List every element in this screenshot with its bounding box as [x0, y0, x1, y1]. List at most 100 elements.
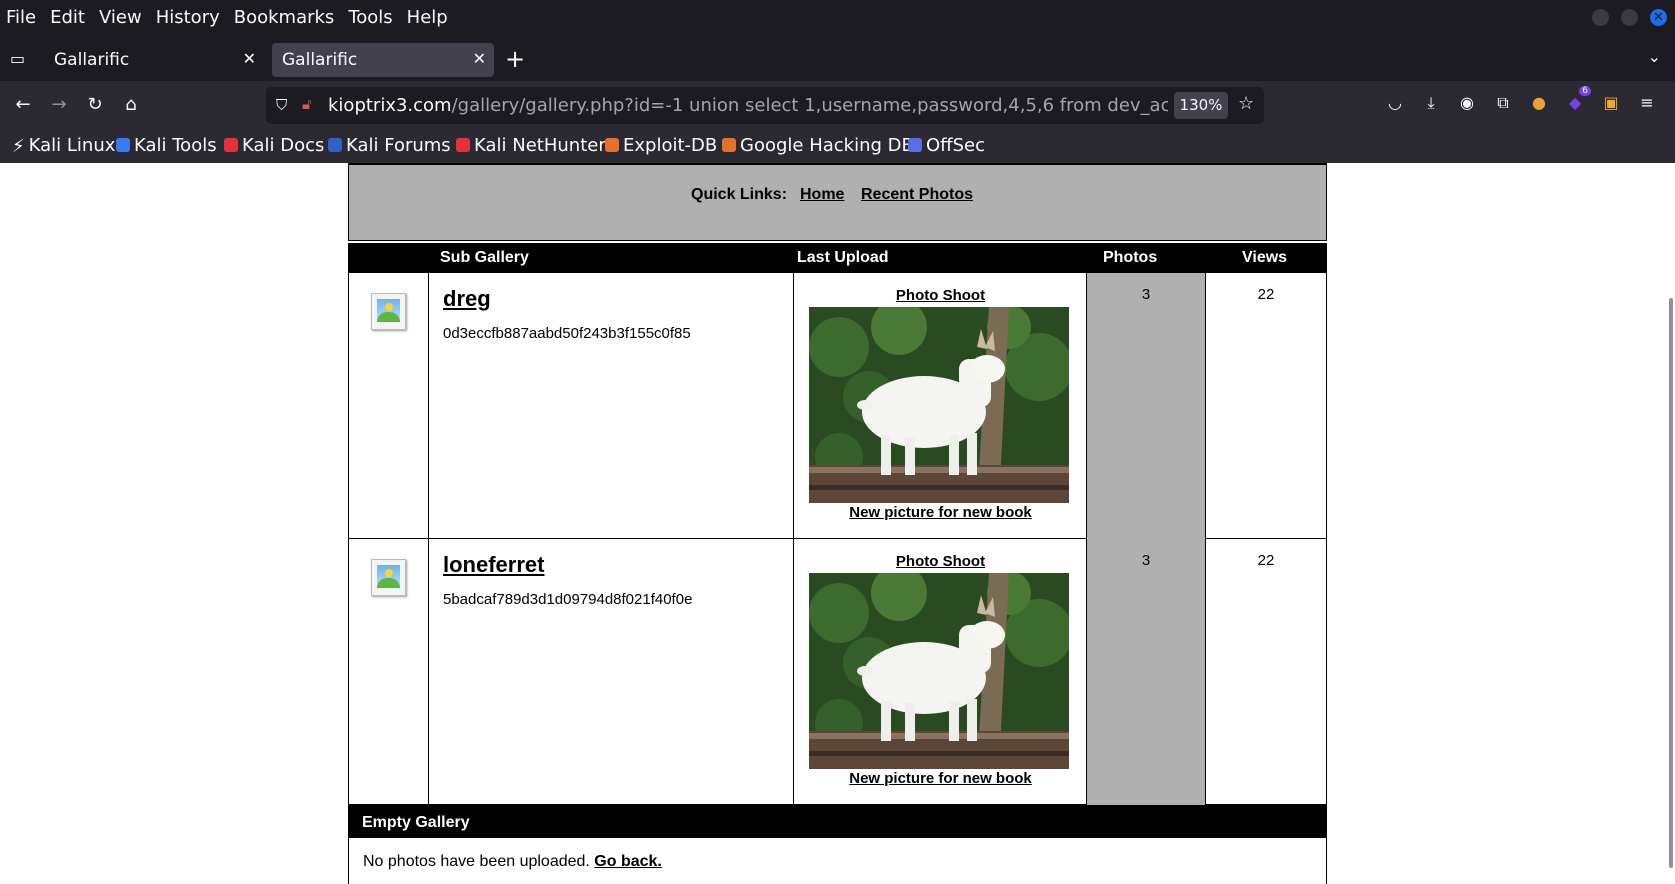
bookmark-kali-docs[interactable]: Kali Docs [224, 135, 324, 156]
sub-gallery-description: 5badcaf789d3d1d09794d8f021f40f0e [443, 591, 693, 608]
cookie-extension-icon[interactable]: ● [1529, 93, 1549, 115]
last-upload-cell: Photo Shoot New picture for new book [794, 539, 1087, 805]
navigation-bar: ← → ↻ ⌂ ⛉ 🔓︎ kioptrix3.com/gallery/galle… [0, 81, 1675, 131]
bookmark-kali-linux[interactable]: ⚡︎ Kali Linux [12, 135, 116, 157]
bookmark-label: Exploit-DB [623, 135, 718, 156]
hamburger-menu-icon[interactable]: ≡ [1637, 93, 1657, 115]
menu-bookmarks[interactable]: Bookmarks [234, 8, 335, 28]
bookmark-label: Kali Linux [28, 135, 116, 156]
offsec-icon [908, 138, 922, 152]
last-upload-cell: Photo Shoot New picture for new book [794, 273, 1087, 539]
photo-caption-link[interactable]: New picture for new book [794, 504, 1087, 521]
menu-edit[interactable]: Edit [50, 8, 85, 28]
tab-gallarific-1[interactable]: Gallarific ✕ [44, 43, 264, 77]
menu-file[interactable]: File [6, 8, 36, 28]
ghdb-icon [722, 138, 736, 152]
sub-gallery-link[interactable]: loneferret [443, 552, 544, 578]
bookmark-google-hacking-db[interactable]: Google Hacking DB [722, 135, 914, 156]
extensions-icon[interactable]: ⧉ [1493, 93, 1513, 115]
url-path: /gallery/gallery.php?id=-1 union select … [451, 95, 1168, 116]
photos-count: 3 [1141, 286, 1151, 303]
bookmark-kali-forums[interactable]: Kali Forums [328, 135, 451, 156]
menu-view[interactable]: View [99, 8, 142, 28]
insecure-lock-icon[interactable]: 🔓︎ [302, 95, 312, 113]
extension-badge-icon[interactable]: ◆ [1565, 86, 1591, 115]
header-last-upload: Last Upload [797, 249, 889, 266]
kali-docs-icon [224, 138, 238, 152]
photo-title-link[interactable]: Photo Shoot [794, 553, 1087, 570]
menu-bar: File Edit View History Bookmarks Tools H… [0, 0, 1675, 37]
gallery-thumbnail-icon[interactable] [371, 559, 406, 596]
bookmarks-toolbar: ⚡︎ Kali Linux Kali Tools Kali Docs Kali F… [0, 131, 1675, 163]
tab-label: Gallarific [282, 50, 358, 70]
close-tab-icon[interactable]: ✕ [243, 49, 256, 68]
views-count: 22 [1257, 552, 1275, 569]
bookmark-kali-nethunter[interactable]: Kali NetHunter [456, 135, 606, 156]
header-views: Views [1242, 249, 1288, 266]
url-text[interactable]: kioptrix3.com/gallery/gallery.php?id=-1 … [328, 95, 1168, 116]
kali-tools-icon [116, 138, 130, 152]
minimize-button[interactable] [1592, 9, 1609, 26]
bookmark-label: Kali Docs [242, 135, 325, 156]
photo-title-link[interactable]: Photo Shoot [794, 287, 1087, 304]
views-count-cell: 22 [1206, 539, 1326, 805]
menu-help[interactable]: Help [407, 8, 448, 28]
kali-linux-icon: ⚡︎ [12, 136, 25, 157]
close-tab-icon[interactable]: ✕ [473, 49, 486, 68]
kali-nethunter-icon [456, 138, 470, 152]
quick-links-bar: Quick Links: Home Recent Photos [348, 163, 1327, 241]
photos-count: 3 [1141, 552, 1151, 569]
tab-gallarific-2[interactable]: Gallarific ✕ [272, 43, 494, 77]
chevron-down-icon[interactable]: ⌄ [1648, 47, 1661, 66]
tab-bar: ▭ Gallarific ✕ Gallarific ✕ + ⌄ [0, 37, 1675, 81]
back-button[interactable]: ← [11, 94, 35, 115]
goat-photo[interactable] [809, 573, 1069, 769]
zoom-indicator[interactable]: 130% [1174, 92, 1228, 119]
photos-count-cell: 3 [1087, 273, 1206, 539]
goat-photo[interactable] [809, 307, 1069, 503]
gallery-icon-cell [349, 273, 429, 539]
menu-tools[interactable]: Tools [348, 8, 392, 28]
go-back-link[interactable]: Go back. [594, 853, 662, 870]
quick-links-label: Quick Links: [691, 186, 788, 203]
photos-count-cell: 3 [1087, 539, 1206, 805]
home-link[interactable]: Home [800, 186, 844, 204]
scrollbar[interactable] [1667, 163, 1675, 884]
close-window-button[interactable]: ✕ [1650, 9, 1667, 26]
photo-caption-link[interactable]: New picture for new book [794, 770, 1087, 787]
pocket-icon[interactable]: ◡ [1385, 93, 1405, 115]
forward-button[interactable]: → [47, 94, 71, 115]
empty-gallery-header: Empty Gallery [348, 805, 1327, 838]
maximize-button[interactable] [1621, 9, 1638, 26]
new-tab-button[interactable]: + [505, 45, 525, 73]
ip-extension-icon[interactable]: ▣ [1601, 93, 1621, 115]
bookmark-label: OffSec [926, 135, 985, 156]
bookmark-star-icon[interactable]: ☆ [1238, 93, 1254, 114]
account-icon[interactable]: ◉ [1457, 93, 1477, 115]
tab-label: Gallarific [54, 50, 130, 70]
empty-gallery-message: No photos have been uploaded. Go back. [363, 853, 662, 871]
gallery-row: dreg 0d3eccfb887aabd50f243b3f155c0f85 Ph… [348, 273, 1327, 539]
sub-gallery-link[interactable]: dreg [443, 286, 491, 312]
menu-history[interactable]: History [156, 8, 220, 28]
bookmark-offsec[interactable]: OffSec [908, 135, 985, 156]
bookmark-exploit-db[interactable]: Exploit-DB [605, 135, 717, 156]
scrollbar-thumb[interactable] [1669, 298, 1673, 868]
reload-button[interactable]: ↻ [83, 94, 107, 115]
recent-photos-link[interactable]: Recent Photos [861, 186, 973, 204]
bookmark-label: Kali Tools [134, 135, 217, 156]
gallery-thumbnail-icon[interactable] [371, 293, 406, 330]
gallery-row: loneferret 5badcaf789d3d1d09794d8f021f40… [348, 539, 1327, 805]
tab-list-icon[interactable]: ▭ [10, 49, 30, 69]
url-host: kioptrix3.com [328, 95, 452, 116]
url-bar[interactable]: ⛉ 🔓︎ kioptrix3.com/gallery/gallery.php?i… [266, 87, 1264, 124]
home-icon[interactable]: ⌂ [119, 94, 143, 115]
shield-icon[interactable]: ⛉ [276, 96, 287, 114]
bookmark-label: Google Hacking DB [740, 135, 914, 156]
header-sub-gallery: Sub Gallery [440, 249, 529, 266]
views-count-cell: 22 [1206, 273, 1326, 539]
download-icon[interactable]: ⤓ [1421, 93, 1441, 115]
bookmark-label: Kali NetHunter [474, 135, 606, 156]
bookmark-kali-tools[interactable]: Kali Tools [116, 135, 217, 156]
views-count: 22 [1257, 286, 1275, 303]
